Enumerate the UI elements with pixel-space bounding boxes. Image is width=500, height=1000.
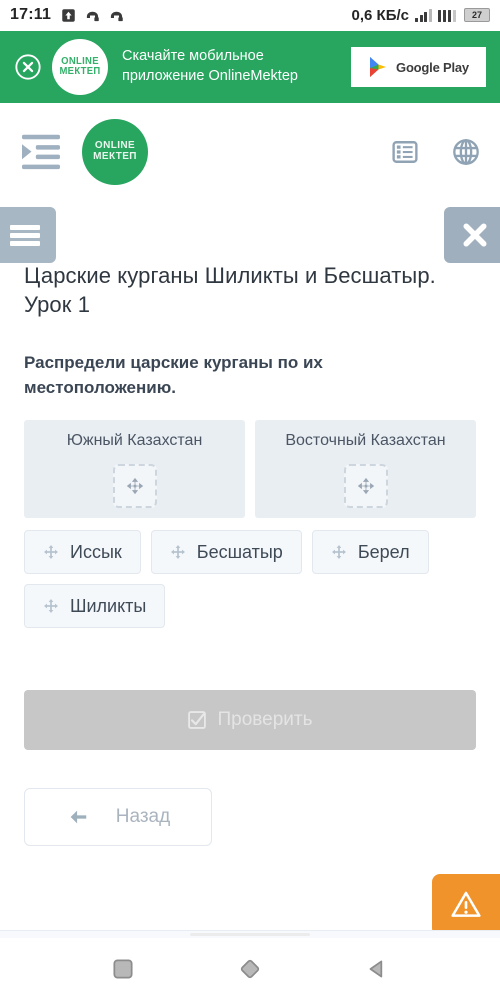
lesson-content: Царские курганы Шиликты и Бесшатыр. Урок… xyxy=(0,262,500,847)
header-actions xyxy=(392,138,480,166)
chip-label: Берел xyxy=(357,541,410,562)
chip-label: Шиликты xyxy=(70,595,147,616)
diamond-home-icon[interactable] xyxy=(237,956,263,982)
status-bar: 17:11 0,6 КБ/с 27 xyxy=(0,0,500,30)
network-speed: 0,6 КБ/с xyxy=(351,6,409,24)
close-button[interactable] xyxy=(444,207,500,263)
dropzone-title: Восточный Казахстан xyxy=(285,432,446,450)
triangle-back-icon[interactable] xyxy=(364,956,390,982)
circle-close-icon[interactable] xyxy=(14,53,42,81)
signal-bars-icon xyxy=(415,8,432,22)
draggable-chip[interactable]: Шиликты xyxy=(24,584,166,629)
close-x-icon xyxy=(463,223,487,247)
app-screen: 17:11 0,6 КБ/с 27 ONLINE МЕКТЕП Скачайте… xyxy=(0,0,500,1000)
banner-text: Скачайте мобильное приложение OnlineMekt… xyxy=(122,47,298,86)
scroll-indicator[interactable] xyxy=(0,930,500,938)
status-left-icons xyxy=(61,8,124,23)
page-title: Царские курганы Шиликты и Бесшатыр. Урок… xyxy=(24,263,436,317)
dropzone-south-kazakhstan[interactable]: Южный Казахстан xyxy=(24,420,245,519)
back-button[interactable]: Назад xyxy=(24,788,212,847)
battery-icon: 27 xyxy=(464,8,490,22)
check-button-label: Проверить xyxy=(217,709,313,731)
check-square-icon xyxy=(188,711,207,730)
move-arrows-icon xyxy=(170,545,185,560)
draggable-chip[interactable]: Иссык xyxy=(24,530,141,575)
move-arrows-icon xyxy=(44,545,58,560)
move-arrows-icon xyxy=(357,478,374,495)
dropzone-east-kazakhstan[interactable]: Восточный Казахстан xyxy=(255,420,476,519)
upload-arrow-icon xyxy=(62,8,75,22)
google-play-label: Google Play xyxy=(396,59,469,75)
warning-triangle-icon xyxy=(451,891,481,917)
check-button[interactable]: Проверить xyxy=(24,690,476,751)
banner-text-line2: приложение OnlineMektep xyxy=(122,68,298,84)
site-logo-line2: МЕКТЕП xyxy=(93,150,137,162)
status-time: 17:11 xyxy=(10,6,52,23)
dropzone-slot[interactable] xyxy=(343,464,388,509)
globe-icon[interactable] xyxy=(452,138,480,166)
chip-label: Иссык xyxy=(70,541,122,562)
dropzone-slot[interactable] xyxy=(112,464,157,509)
call-forward-icon xyxy=(86,11,99,21)
draggable-chip[interactable]: Берел xyxy=(311,530,429,575)
back-button-label: Назад xyxy=(115,806,171,828)
site-header: ONLINE МЕКТЕП xyxy=(0,103,500,200)
android-navbar xyxy=(0,938,500,1000)
draggable-chip[interactable]: Бесшатыр xyxy=(150,530,302,575)
hamburger-icon xyxy=(10,222,40,249)
draggable-items: Иссык Бесшатыр Берел Шиликты xyxy=(24,530,476,629)
dropzone-title: Южный Казахстан xyxy=(66,432,203,450)
app-promo-banner: ONLINE МЕКТЕП Скачайте мобильное приложе… xyxy=(0,31,500,103)
arrow-left-icon xyxy=(70,811,87,824)
site-logo-line1: ONLINE xyxy=(94,140,136,151)
menu-button[interactable] xyxy=(0,207,56,263)
list-view-icon[interactable] xyxy=(392,139,418,165)
banner-text-line1: Скачайте мобильное xyxy=(122,48,264,65)
indent-list-icon[interactable] xyxy=(20,133,62,171)
google-play-icon xyxy=(370,57,387,77)
dropzones-row: Южный Казахстан Восточный Казахстан xyxy=(24,420,476,519)
call-forward-icon xyxy=(110,11,123,21)
square-recents-icon[interactable] xyxy=(110,956,136,982)
move-arrows-icon xyxy=(44,599,58,614)
banner-logo-line2: МЕКТЕП xyxy=(59,65,101,78)
report-problem-button[interactable] xyxy=(432,874,500,936)
move-arrows-icon xyxy=(331,545,346,560)
google-play-button[interactable]: Google Play xyxy=(351,47,486,87)
chip-label: Бесшатыр xyxy=(196,541,283,562)
move-arrows-icon xyxy=(126,478,143,495)
task-instruction: Распредели царские курганы по их местопо… xyxy=(24,353,323,397)
site-logo[interactable]: ONLINE МЕКТЕП xyxy=(82,118,148,185)
signal-bars-icon xyxy=(437,9,456,22)
battery-percent: 27 xyxy=(471,9,482,20)
status-right-group: 0,6 КБ/с 27 xyxy=(352,7,490,24)
banner-logo: ONLINE МЕКТЕП xyxy=(52,39,108,95)
